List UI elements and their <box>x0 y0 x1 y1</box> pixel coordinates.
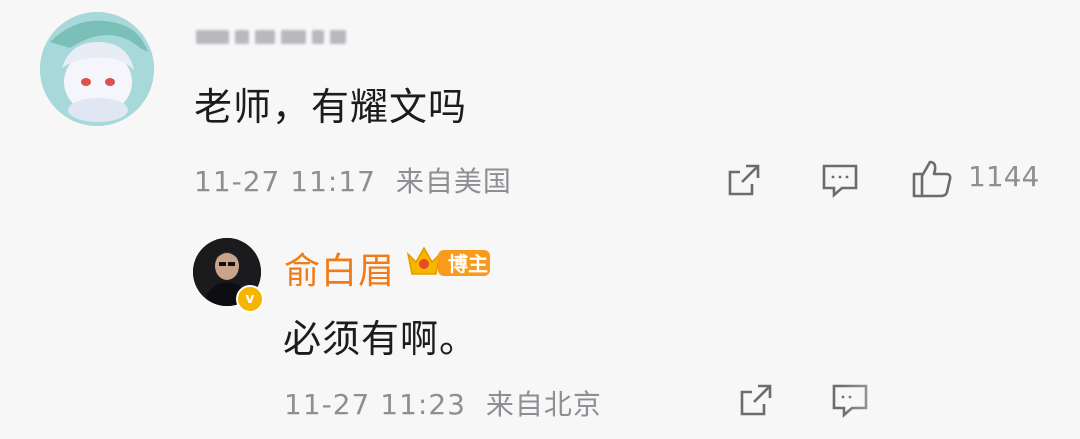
verified-v-icon: v <box>236 285 264 313</box>
reply-meta: 11-27 11:23 来自北京 <box>284 383 602 423</box>
reply-share-icon[interactable] <box>736 380 776 420</box>
share-icon[interactable] <box>724 160 764 200</box>
badge-label: 博主 <box>448 252 488 276</box>
author-name[interactable]: 俞白眉 <box>284 242 395 294</box>
reply-time: 11-27 11:23 <box>284 388 466 421</box>
thumbs-up-icon[interactable] <box>910 156 954 200</box>
comment-time: 11-27 11:17 <box>194 165 376 198</box>
like-count: 1144 <box>968 160 1040 193</box>
comment-location: 来自美国 <box>395 165 512 198</box>
bottom-right-fade-overlay <box>840 376 1080 439</box>
commenter-username-blurred[interactable] <box>196 24 346 50</box>
comment-meta: 11-27 11:17 来自美国 <box>194 160 512 200</box>
comment-icon[interactable] <box>820 160 860 200</box>
commenter-avatar[interactable] <box>40 12 154 126</box>
blogger-badge: 博主 <box>404 240 492 282</box>
reply-text: 必须有啊。 <box>283 317 479 361</box>
reply-location: 来自北京 <box>485 388 602 421</box>
comment-text: 老师，有耀文吗 <box>194 85 468 129</box>
